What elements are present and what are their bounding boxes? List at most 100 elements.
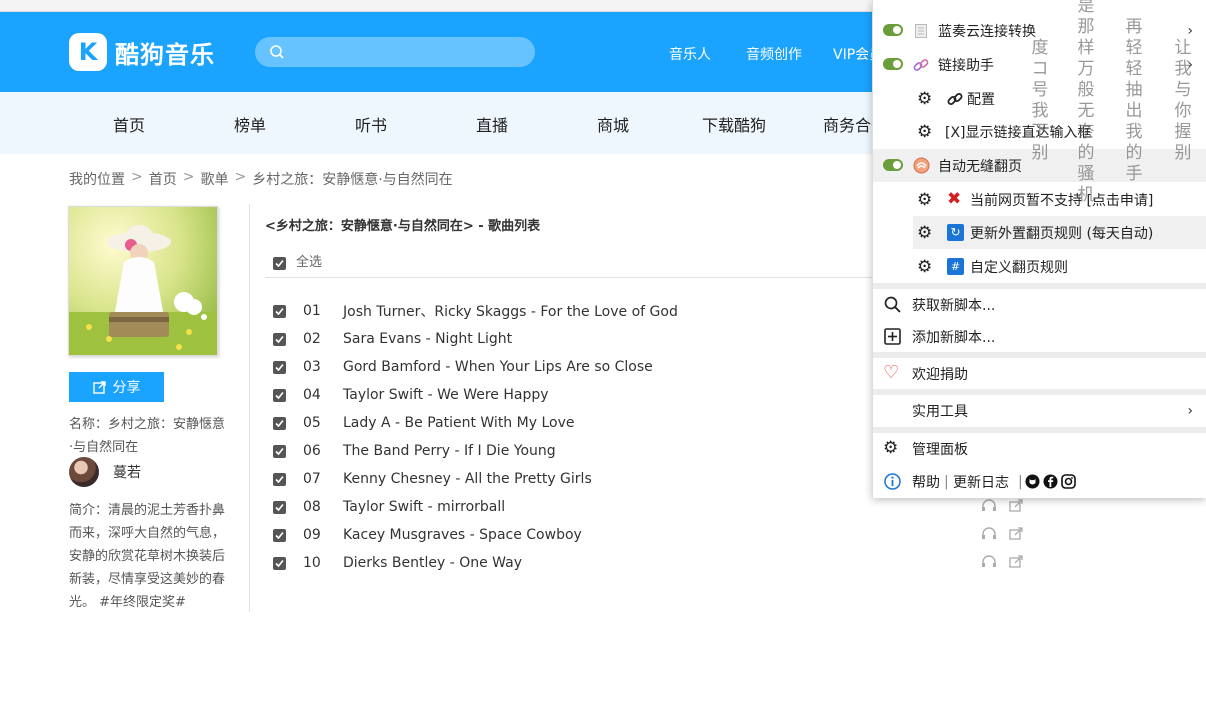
menu-item-tools[interactable]: 实用工具 ›	[873, 394, 1206, 427]
song-checkbox[interactable]	[273, 556, 286, 570]
nav-store[interactable]: 商城	[573, 112, 653, 136]
menu-item-not-supported[interactable]: ⚙ ✖ 当前网页暂不支持 [点击申请]	[873, 183, 1206, 216]
menu-item-add-script[interactable]: 添加新脚本...	[873, 320, 1206, 353]
gears-icon: ⚙	[917, 89, 933, 109]
changelog-link[interactable]: 更新日志	[953, 472, 1009, 492]
song-title[interactable]: Lady A - Be Patient With My Love	[343, 415, 574, 431]
toggle-on-icon[interactable]	[883, 58, 903, 70]
song-checkbox[interactable]	[273, 304, 286, 318]
song-number: 10	[303, 555, 321, 571]
nav-live[interactable]: 直播	[452, 112, 532, 136]
song-checkbox[interactable]	[273, 388, 286, 402]
menu-label: [X]显示链接直达输入框	[945, 124, 1092, 141]
gears-icon: ⚙	[917, 223, 933, 243]
song-checkbox[interactable]	[273, 528, 286, 542]
nav-charts[interactable]: 榜单	[210, 112, 290, 136]
avatar[interactable]	[69, 457, 99, 487]
menu-label: 获取新脚本...	[912, 297, 996, 314]
menu-item-get-scripts[interactable]: 获取新脚本...	[873, 288, 1206, 321]
search-icon	[884, 296, 901, 313]
share-icon[interactable]	[1009, 526, 1024, 540]
listen-icon[interactable]	[981, 526, 997, 540]
song-title[interactable]: Dierks Bentley - One Way	[343, 555, 522, 571]
song-row[interactable]: 02 Sara Evans - Night Light	[273, 325, 873, 353]
heart-icon: ♡	[883, 362, 900, 383]
facebook-icon[interactable]	[1043, 474, 1058, 489]
menu-item-update-rules[interactable]: ⚙ ↻ 更新外置翻页规则 (每天自动)	[913, 216, 1206, 249]
song-title[interactable]: Kenny Chesney - All the Pretty Girls	[343, 471, 592, 487]
song-list-title: <乡村之旅：安静惬意·与自然同在> - 歌曲列表	[265, 219, 541, 234]
song-row[interactable]: 04 Taylor Swift - We Were Happy	[273, 381, 873, 409]
nav-download[interactable]: 下载酷狗	[694, 112, 774, 136]
song-row[interactable]: 03 Gord Bamford - When Your Lips Are so C…	[273, 353, 873, 381]
song-checkbox[interactable]	[273, 472, 286, 486]
menu-label: 自定义翻页规则	[970, 259, 1068, 276]
plus-square-icon	[884, 328, 901, 345]
autopager-icon	[913, 157, 930, 174]
menu-label: 配置	[967, 91, 995, 108]
playlist-creator[interactable]: 蔓若	[69, 457, 141, 487]
topnav-musician[interactable]: 音乐人	[669, 44, 711, 64]
song-title[interactable]: Taylor Swift - mirrorball	[343, 499, 505, 515]
share-icon[interactable]	[1009, 498, 1024, 512]
gears-icon: ⚙	[917, 122, 933, 142]
gears-icon: ⚙	[917, 190, 933, 210]
song-row[interactable]: 08 Taylor Swift - mirrorball	[273, 493, 873, 521]
song-checkbox[interactable]	[273, 500, 286, 514]
song-title[interactable]: Sara Evans - Night Light	[343, 331, 512, 347]
instagram-icon[interactable]	[1061, 474, 1076, 489]
refresh-icon: ↻	[947, 224, 964, 241]
row-actions	[981, 498, 1024, 512]
song-row[interactable]: 10 Dierks Bentley - One Way	[273, 549, 873, 577]
breadcrumb-home[interactable]: 首页	[149, 169, 177, 189]
song-row[interactable]: 09 Kacey Musgraves - Space Cowboy	[273, 521, 873, 549]
select-all-checkbox[interactable]	[273, 257, 286, 270]
song-checkbox[interactable]	[273, 360, 286, 374]
song-row[interactable]: 07 Kenny Chesney - All the Pretty Girls	[273, 465, 873, 493]
menu-label: 自动无缝翻页	[938, 158, 1022, 175]
song-title[interactable]: The Band Perry - If I Die Young	[343, 443, 556, 459]
site-logo[interactable]: K 酷狗音乐	[69, 33, 215, 71]
github-icon[interactable]	[1025, 474, 1040, 489]
search-icon	[270, 45, 284, 59]
topnav-audio-creation[interactable]: 音频创作	[746, 44, 802, 64]
chevron-right-icon: ›	[1187, 23, 1193, 39]
song-row[interactable]: 05 Lady A - Be Patient With My Love	[273, 409, 873, 437]
menu-label: 链接助手	[938, 57, 994, 74]
song-checkbox[interactable]	[273, 416, 286, 430]
song-checkbox[interactable]	[273, 444, 286, 458]
breadcrumb-playlists[interactable]: 歌单	[200, 169, 228, 189]
playlist-cover	[68, 206, 218, 356]
menu-item-custom-rules[interactable]: ⚙ # 自定义翻页规则	[873, 250, 1206, 283]
menu-item-dashboard[interactable]: ⚙ 管理面板	[873, 432, 1206, 465]
listen-icon[interactable]	[981, 498, 997, 512]
link-icon	[947, 93, 963, 105]
creator-name[interactable]: 蔓若	[113, 462, 141, 482]
song-number: 08	[303, 499, 321, 515]
menu-label: 当前网页暂不支持 [点击申请]	[970, 192, 1154, 209]
toggle-on-icon[interactable]	[883, 24, 903, 36]
playlist-intro: 简介：清晨的泥土芳香扑鼻而来，深呼大自然的气息，安静的欣赏花草树木换装后新装，尽…	[69, 503, 226, 610]
toggle-on-icon[interactable]	[883, 159, 903, 171]
song-number: 03	[303, 359, 321, 375]
menu-item-donate[interactable]: ♡ 欢迎捐助	[873, 357, 1206, 390]
song-title[interactable]: Josh Turner、Ricky Skaggs - For the Love …	[343, 301, 678, 321]
share-icon[interactable]	[1009, 554, 1024, 568]
song-title[interactable]: Taylor Swift - We Were Happy	[343, 387, 549, 403]
menu-divider-bar: |	[944, 473, 949, 490]
song-row[interactable]: 01 Josh Turner、Ricky Skaggs - For the Lov…	[273, 297, 873, 325]
song-checkbox[interactable]	[273, 332, 286, 346]
help-link[interactable]: 帮助	[912, 472, 940, 492]
gears-icon: ⚙	[917, 257, 933, 277]
search-input[interactable]	[255, 37, 535, 67]
song-number: 06	[303, 443, 321, 459]
nav-home[interactable]: 首页	[89, 112, 169, 136]
select-all[interactable]: 全选	[273, 251, 322, 270]
share-button[interactable]: 分享	[69, 372, 164, 402]
gear-icon: ⚙	[883, 438, 899, 458]
nav-audiobooks[interactable]: 听书	[331, 112, 411, 136]
song-title[interactable]: Gord Bamford - When Your Lips Are so Clo…	[343, 359, 653, 375]
song-row[interactable]: 06 The Band Perry - If I Die Young	[273, 437, 873, 465]
listen-icon[interactable]	[981, 554, 997, 568]
song-title[interactable]: Kacey Musgraves - Space Cowboy	[343, 527, 582, 543]
